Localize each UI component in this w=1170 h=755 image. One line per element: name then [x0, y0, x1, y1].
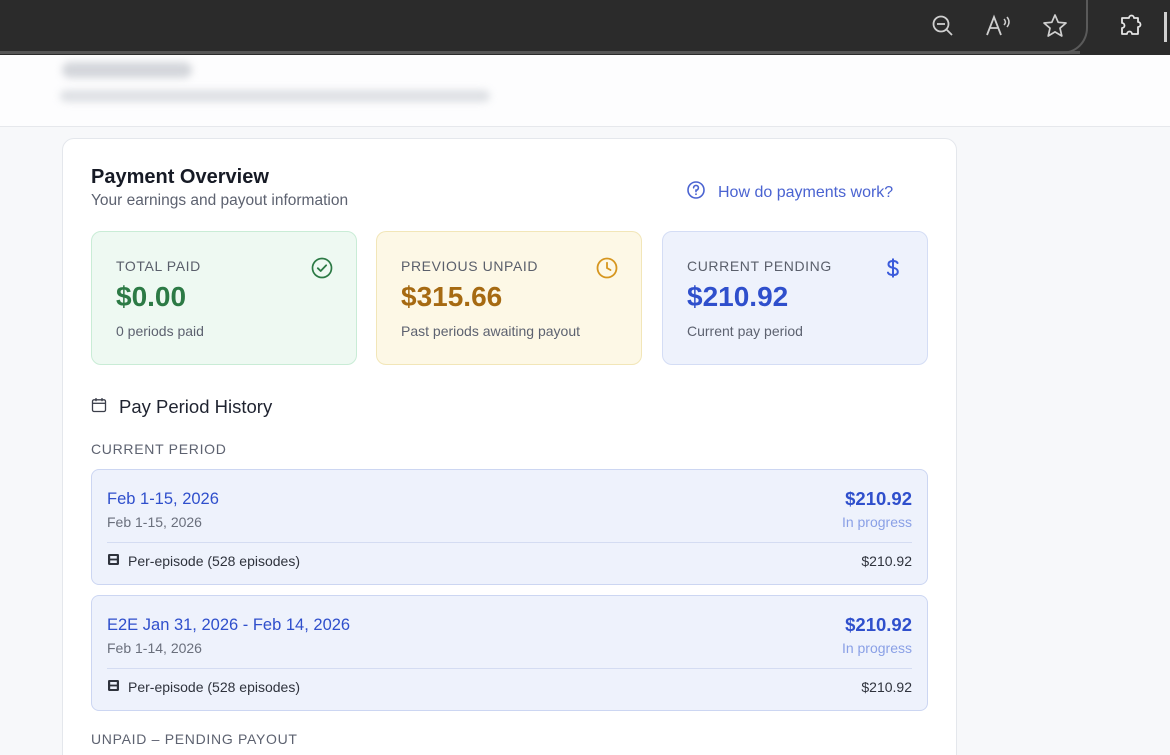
period-line-item: Per-episode (528 episodes) — [107, 679, 300, 695]
stat-note: Past periods awaiting payout — [401, 323, 580, 339]
clock-icon — [595, 256, 619, 280]
how-payments-work-link[interactable]: How do payments work? — [686, 180, 893, 205]
pay-period-history-heading: Pay Period History — [91, 396, 272, 418]
zoom-out-icon[interactable] — [928, 11, 958, 41]
film-icon — [107, 553, 120, 569]
extensions-icon[interactable] — [1116, 11, 1146, 41]
period-status: In progress — [841, 640, 912, 656]
browser-toolbar — [0, 0, 1170, 55]
stat-value: $315.66 — [401, 281, 503, 312]
dollar-icon — [881, 256, 905, 280]
unpaid-pending-label: UNPAID – PENDING PAYOUT — [91, 731, 298, 747]
pay-period-row[interactable]: E2E Jan 31, 2026 - Feb 14, 2026 Feb 1-14… — [91, 595, 928, 711]
period-name: E2E Jan 31, 2026 - Feb 14, 2026 — [107, 616, 351, 634]
stat-label: CURRENT PENDING — [687, 258, 832, 274]
current-period-label: CURRENT PERIOD — [91, 441, 227, 457]
previous-unpaid-card: PREVIOUS UNPAID $315.66 Past periods awa… — [376, 231, 642, 365]
line-item-amount: $210.92 — [861, 553, 912, 569]
stat-value: $210.92 — [687, 281, 789, 312]
check-circle-icon — [310, 256, 334, 280]
period-status: In progress — [841, 514, 912, 530]
history-title: Pay Period History — [119, 396, 273, 417]
line-item-label: Per-episode (528 episodes) — [128, 679, 300, 695]
period-name: Feb 1-15, 2026 — [107, 490, 219, 508]
page-title: Payment Overview — [91, 166, 269, 188]
period-amount: $210.92 — [845, 614, 912, 635]
help-circle-icon — [686, 180, 706, 205]
help-link-label: How do payments work? — [718, 183, 894, 201]
stat-label: TOTAL PAID — [116, 258, 201, 274]
period-divider — [107, 542, 912, 543]
period-divider — [107, 668, 912, 669]
blurred-page-title — [62, 62, 192, 78]
line-item-amount: $210.92 — [861, 679, 912, 695]
current-pending-card: CURRENT PENDING $210.92 Current pay peri… — [662, 231, 928, 365]
stat-value: $0.00 — [116, 281, 187, 312]
calendar-icon — [91, 396, 107, 418]
stat-note: 0 periods paid — [116, 323, 204, 339]
total-paid-card: TOTAL PAID $0.00 0 periods paid — [91, 231, 357, 365]
favorite-star-icon[interactable] — [1040, 11, 1070, 41]
blurred-page-subtitle — [60, 90, 490, 102]
line-item-label: Per-episode (528 episodes) — [128, 553, 300, 569]
film-icon — [107, 679, 120, 695]
stat-note: Current pay period — [687, 323, 803, 339]
toolbar-separator — [1164, 12, 1167, 42]
read-aloud-icon[interactable] — [984, 11, 1014, 41]
stat-label: PREVIOUS UNPAID — [401, 258, 539, 274]
period-line-item: Per-episode (528 episodes) — [107, 553, 300, 569]
pay-period-row[interactable]: Feb 1-15, 2026 Feb 1-15, 2026 $210.92 In… — [91, 469, 928, 585]
period-amount: $210.92 — [845, 488, 912, 509]
period-dates: Feb 1-15, 2026 — [107, 514, 202, 530]
page-subtitle: Your earnings and payout information — [91, 192, 349, 209]
period-dates: Feb 1-14, 2026 — [107, 640, 202, 656]
